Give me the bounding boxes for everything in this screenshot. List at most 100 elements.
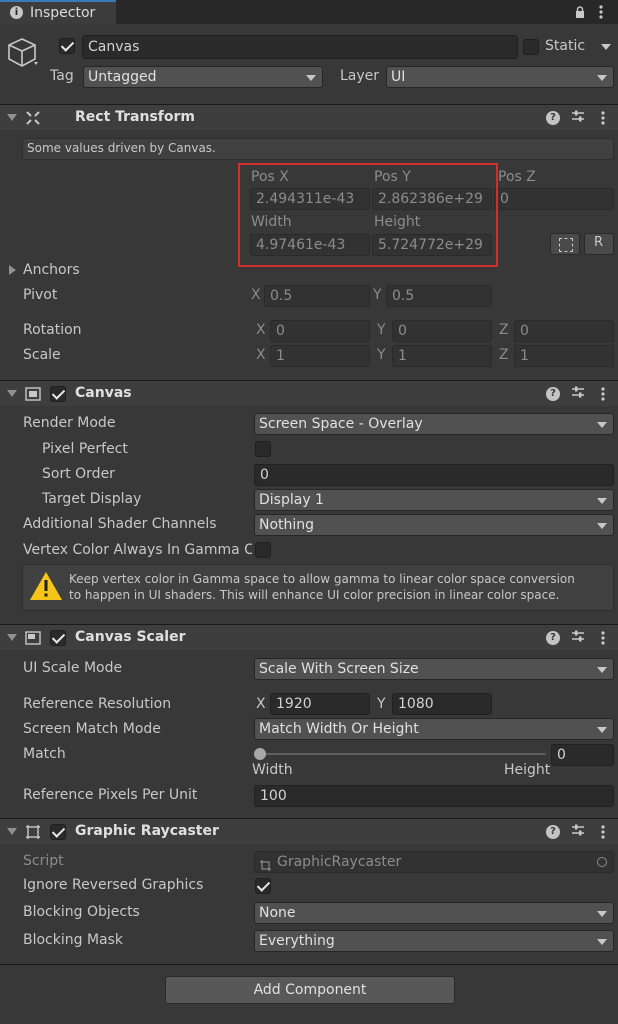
graphic-raycaster-enabled-checkbox[interactable]	[50, 824, 66, 840]
preset-sliders-icon[interactable]	[571, 629, 585, 647]
script-label: Script	[23, 853, 64, 869]
static-checkbox[interactable]	[523, 39, 539, 55]
footer-divider	[0, 964, 618, 965]
rotation-y-label: Y	[377, 322, 386, 338]
match-value-field[interactable]: 0	[551, 744, 614, 766]
warning-text-line1: Keep vertex color in Gamma space to allo…	[69, 572, 575, 586]
add-component-label: Add Component	[253, 982, 367, 998]
graphic-raycaster-icon	[25, 824, 41, 840]
canvas-scaler-icon	[25, 630, 41, 646]
ppu-label: Reference Pixels Per Unit	[23, 787, 198, 803]
rotation-x-field[interactable]: 0	[270, 320, 370, 342]
target-display-dropdown[interactable]: Display 1	[254, 489, 614, 511]
ignore-reversed-checkbox[interactable]	[255, 878, 271, 894]
rect-transform-icon	[25, 110, 41, 126]
anchors-fold-icon[interactable]	[9, 265, 16, 275]
rotation-z-field[interactable]: 0	[514, 320, 614, 342]
fold-arrow-icon[interactable]	[7, 390, 17, 397]
render-mode-dropdown[interactable]: Screen Space - Overlay	[254, 413, 614, 435]
ui-scale-mode-dropdown[interactable]: Scale With Screen Size	[254, 658, 614, 680]
graphic-raycaster-header[interactable]: Graphic Raycaster ?	[0, 818, 618, 844]
blocking-objects-dropdown[interactable]: None	[254, 902, 614, 924]
add-component-button[interactable]: Add Component	[165, 976, 455, 1004]
rect-transform-header[interactable]: Rect Transform ?	[0, 104, 618, 130]
rotation-label: Rotation	[23, 322, 82, 338]
shader-channels-value: Nothing	[259, 517, 315, 533]
render-mode-value: Screen Space - Overlay	[259, 416, 423, 432]
static-dropdown-arrow[interactable]	[601, 44, 611, 50]
target-display-label: Target Display	[42, 491, 142, 507]
ppu-field[interactable]: 100	[254, 785, 614, 807]
vertex-color-checkbox[interactable]	[255, 542, 271, 558]
blocking-mask-dropdown[interactable]: Everything	[254, 930, 614, 952]
pixel-perfect-checkbox[interactable]	[255, 441, 271, 457]
screen-match-mode-value: Match Width Or Height	[259, 721, 419, 737]
help-icon[interactable]: ?	[546, 631, 560, 645]
tab-inspector[interactable]: i Inspector	[0, 0, 116, 24]
raw-edit-label: R	[594, 235, 604, 250]
static-label: Static	[545, 38, 586, 54]
driven-note-text: Some values driven by Canvas.	[27, 141, 216, 155]
match-slider-track[interactable]	[258, 753, 546, 755]
ref-x-label: X	[256, 696, 266, 712]
match-slider-thumb[interactable]	[254, 748, 266, 760]
highlight-box	[238, 163, 498, 267]
screen-match-mode-dropdown[interactable]: Match Width Or Height	[254, 718, 614, 740]
help-icon[interactable]: ?	[546, 111, 560, 125]
object-name-field[interactable]: Canvas	[82, 35, 518, 59]
tag-dropdown[interactable]: Untagged	[83, 66, 323, 88]
pivot-label: Pivot	[23, 287, 58, 303]
scale-y-field[interactable]: 1	[392, 345, 492, 367]
pivot-x-field[interactable]: 0.5	[264, 285, 370, 307]
help-icon[interactable]: ?	[546, 387, 560, 401]
rotation-z-label: Z	[499, 322, 509, 338]
component-menu-icon[interactable]	[600, 386, 606, 406]
active-checkbox[interactable]	[59, 38, 75, 54]
fold-arrow-icon[interactable]	[7, 828, 17, 835]
canvas-header[interactable]: Canvas ?	[0, 380, 618, 406]
rotation-x-label: X	[256, 322, 266, 338]
driven-note-box: Some values driven by Canvas.	[22, 138, 614, 160]
scale-x-field[interactable]: 1	[270, 345, 370, 367]
script-value: GraphicRaycaster	[277, 854, 402, 870]
fold-arrow-icon[interactable]	[7, 114, 17, 121]
ref-y-field[interactable]: 1080	[392, 693, 492, 715]
canvas-scaler-enabled-checkbox[interactable]	[50, 630, 66, 646]
scale-z-field[interactable]: 1	[514, 345, 614, 367]
layer-dropdown[interactable]: UI	[386, 66, 614, 88]
canvas-enabled-checkbox[interactable]	[50, 386, 66, 402]
pos-z-field[interactable]: 0	[494, 188, 614, 210]
match-height-label: Height	[504, 762, 551, 778]
preset-sliders-icon[interactable]	[571, 823, 585, 841]
tag-value: Untagged	[88, 69, 157, 85]
canvas-scaler-header[interactable]: Canvas Scaler ?	[0, 624, 618, 650]
fold-arrow-icon[interactable]	[7, 634, 17, 641]
preset-sliders-icon[interactable]	[571, 385, 585, 403]
screen-match-mode-label: Screen Match Mode	[23, 721, 161, 737]
blueprint-mode-button[interactable]	[550, 233, 580, 255]
script-field[interactable]: GraphicRaycaster	[254, 851, 614, 873]
pivot-y-label: Y	[373, 287, 382, 303]
object-picker-icon[interactable]	[597, 857, 607, 867]
pivot-x-label: X	[251, 287, 261, 303]
component-title: Canvas	[75, 385, 132, 401]
tab-title: Inspector	[30, 5, 96, 21]
raw-edit-button[interactable]: R	[584, 233, 614, 255]
sort-order-field[interactable]: 0	[254, 464, 614, 486]
more-options-icon[interactable]	[598, 4, 604, 20]
tag-label: Tag	[50, 68, 74, 84]
help-icon[interactable]: ?	[546, 825, 560, 839]
component-title: Canvas Scaler	[75, 629, 186, 645]
component-menu-icon[interactable]	[600, 630, 606, 650]
component-menu-icon[interactable]	[600, 824, 606, 844]
rotation-y-field[interactable]: 0	[392, 320, 492, 342]
shader-channels-dropdown[interactable]: Nothing	[254, 514, 614, 536]
pivot-y-field[interactable]: 0.5	[386, 285, 492, 307]
ref-x-field[interactable]: 1920	[270, 693, 370, 715]
component-title: Rect Transform	[75, 109, 196, 125]
component-menu-icon[interactable]	[600, 110, 606, 130]
lock-icon[interactable]	[574, 6, 586, 18]
component-title: Graphic Raycaster	[75, 823, 219, 839]
anchors-label[interactable]: Anchors	[23, 262, 80, 278]
preset-sliders-icon[interactable]	[571, 109, 585, 127]
